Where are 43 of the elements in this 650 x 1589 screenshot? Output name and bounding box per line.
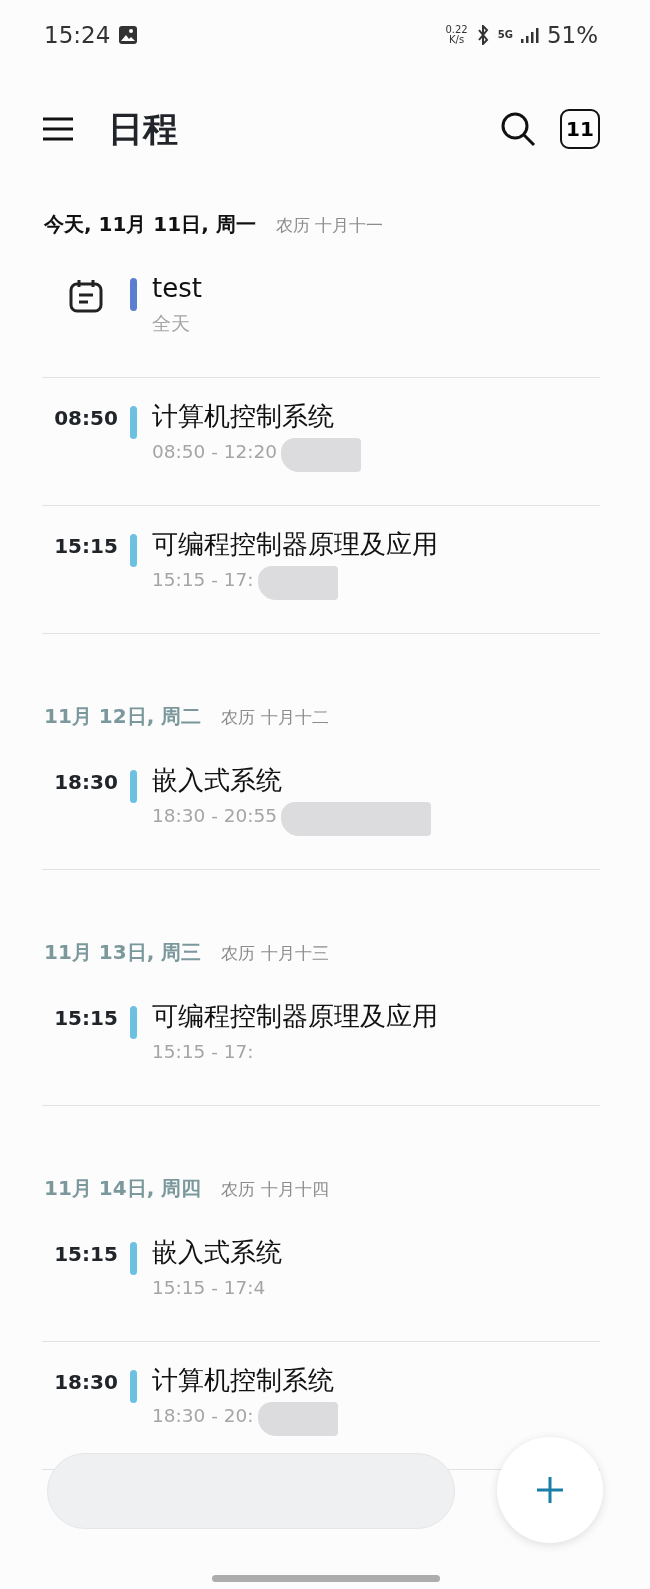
lunar-date-text: 农历 十月十四	[221, 1178, 329, 1201]
event-title: 可编程控制器原理及应用	[152, 528, 438, 561]
bluetooth-icon	[475, 25, 490, 45]
event-time-range: 18:30 - 20:55	[152, 803, 278, 828]
network-speed-text: 0.22 K/s	[445, 25, 468, 45]
date-heading: 11月 13日, 周三	[44, 939, 202, 966]
lunar-date-text: 农历 十月十二	[221, 706, 329, 729]
clock-text: 15:24	[44, 20, 111, 50]
event-time-text: 15:15	[54, 534, 118, 558]
event-time-range: 15:15 - 17:4	[152, 1275, 266, 1300]
today-button[interactable]: 11	[560, 109, 600, 149]
menu-icon	[42, 117, 74, 142]
event-title: 计算机控制系统	[152, 1364, 334, 1397]
event-time-text: 18:30	[54, 1370, 118, 1394]
date-heading: 11月 14日, 周四	[44, 1175, 202, 1202]
event-title: 嵌入式系统	[152, 1236, 282, 1269]
event-time-text: 08:50	[54, 406, 118, 430]
date-heading: 今天, 11月 11日, 周一	[44, 211, 256, 238]
event-title: 可编程控制器原理及应用	[152, 1000, 438, 1033]
event-time-text: 15:15	[54, 1242, 118, 1266]
event-time-range: 全天	[152, 311, 190, 336]
event-title: 嵌入式系统	[152, 764, 282, 797]
page-title: 日程	[108, 107, 178, 151]
search-button[interactable]	[500, 111, 536, 147]
search-icon	[500, 111, 536, 147]
event-time-range: 15:15 - 17:	[152, 567, 254, 592]
event-time-text: 18:30	[54, 770, 118, 794]
event-time-range: 15:15 - 17:	[152, 1039, 254, 1064]
date-heading: 11月 12日, 周二	[44, 703, 202, 730]
calendar-icon	[69, 279, 103, 313]
signal-icon	[520, 27, 539, 43]
lunar-date-text: 农历 十月十三	[221, 942, 329, 965]
battery-text: 51%	[546, 20, 598, 50]
event-time-range: 18:30 - 20:	[152, 1403, 254, 1428]
lunar-date-text: 农历 十月十一	[275, 214, 384, 237]
image-icon	[118, 25, 139, 45]
plus-icon	[535, 1475, 565, 1505]
event-time-text: 15:15	[54, 1006, 118, 1030]
network-type-text: 5G	[497, 30, 513, 40]
menu-button[interactable]	[42, 116, 74, 142]
event-title: 计算机控制系统	[152, 400, 334, 433]
event-title: test	[152, 272, 202, 305]
event-time-range: 08:50 - 12:20	[152, 439, 278, 464]
